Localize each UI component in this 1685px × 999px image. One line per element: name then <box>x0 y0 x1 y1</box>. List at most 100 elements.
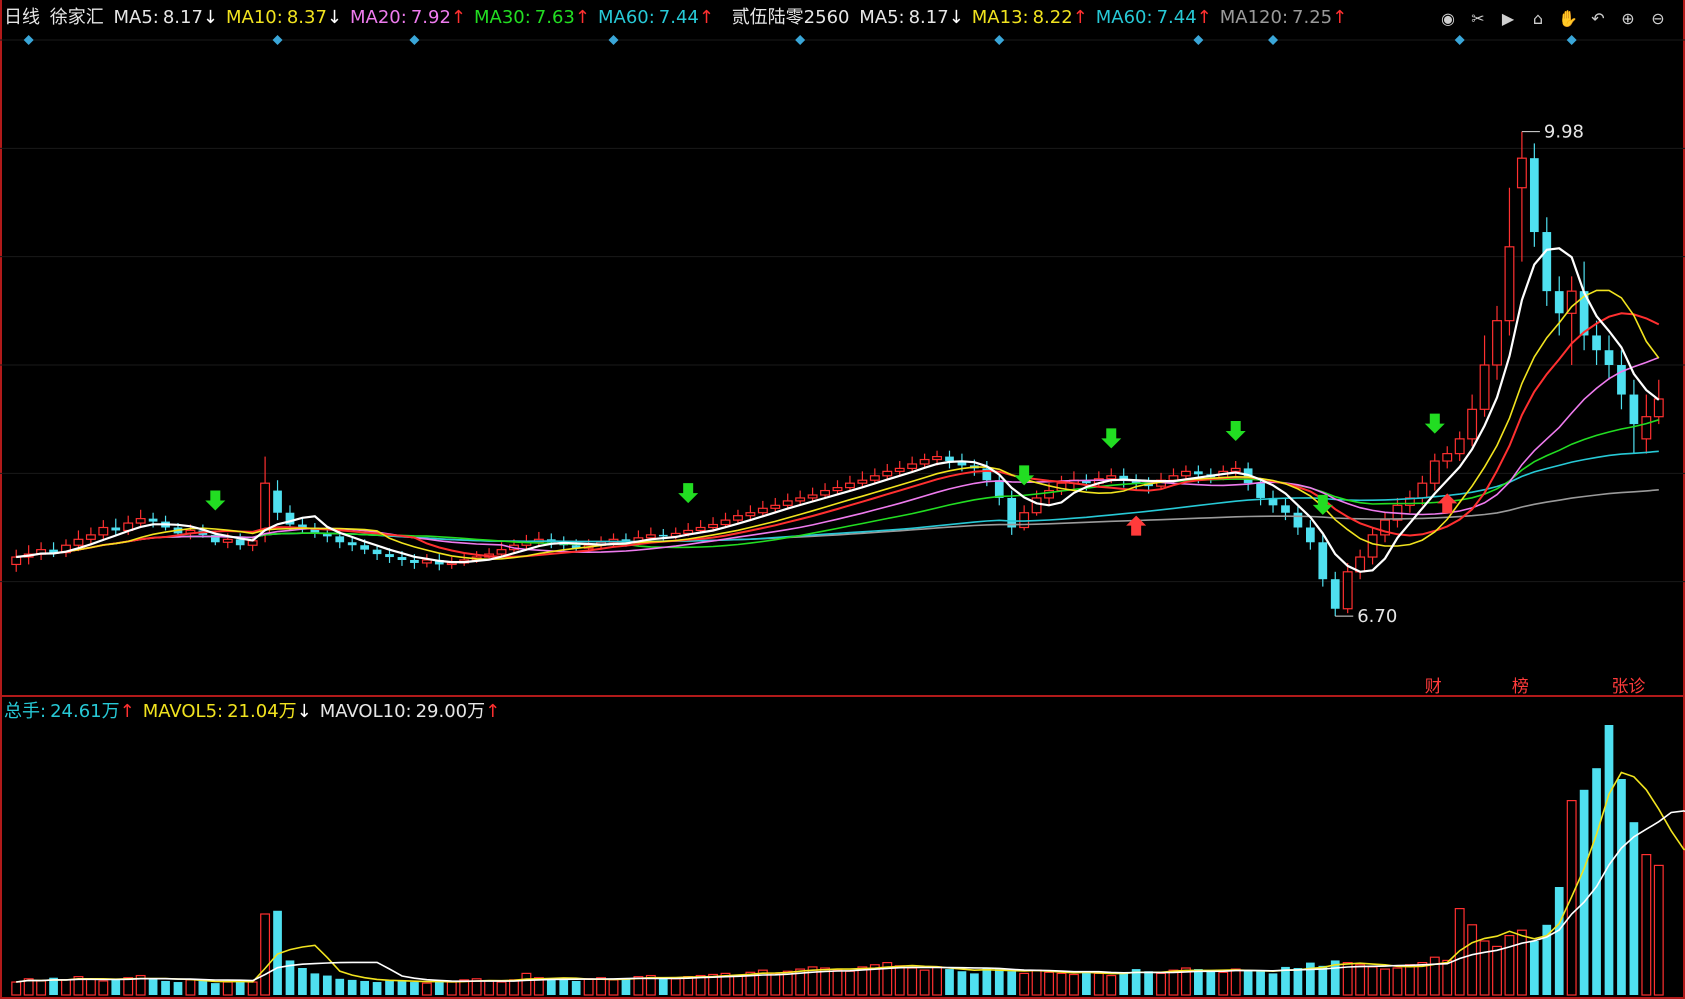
candle-body <box>1653 398 1664 418</box>
lock-icon[interactable]: ⌂ <box>1527 8 1549 30</box>
candle-body <box>1604 350 1614 365</box>
candle-body <box>1529 158 1539 233</box>
volume-bar <box>1119 972 1129 995</box>
volume-bar <box>347 979 357 995</box>
ma-value: 29.00万 <box>415 701 486 722</box>
candle-body <box>907 463 918 470</box>
buy-signal-arrow-icon <box>1225 421 1246 442</box>
volume-bar <box>1093 972 1104 996</box>
candle-body <box>1306 527 1315 543</box>
zoom-in-icon[interactable]: ⊕ <box>1617 8 1639 30</box>
volume-bar <box>410 982 419 995</box>
arrow-up-icon: ↑ <box>1072 7 1088 28</box>
volume-bar <box>1218 971 1229 996</box>
candle-body <box>894 467 905 472</box>
volume-bar <box>260 913 271 996</box>
event-marker-icon <box>608 35 619 45</box>
ma-label: MAVOL10: <box>319 701 412 722</box>
volume-bar <box>608 979 619 996</box>
candle-body <box>857 479 868 484</box>
candle-body <box>807 494 818 499</box>
candle-body <box>869 475 880 481</box>
volume-bar <box>1529 941 1539 995</box>
volume-bar <box>919 969 930 996</box>
arrow-up-icon: ↑ <box>119 701 135 722</box>
arrow-up-icon: ↑ <box>485 701 501 722</box>
stock-chart[interactable]: 9.98 6.70 <box>0 0 1685 999</box>
candle-body <box>658 534 668 537</box>
arrow-down-icon: ↓ <box>326 7 342 28</box>
ma-label: MA120: <box>1219 7 1289 28</box>
scissors-icon[interactable]: ✂ <box>1467 8 1489 30</box>
candle-body <box>1516 157 1527 189</box>
volume-bar <box>123 977 134 996</box>
volume-bar <box>509 979 519 996</box>
candle-body <box>1479 364 1490 410</box>
volume-bar <box>222 981 233 996</box>
candle-body <box>757 507 768 514</box>
indicator-name[interactable]: 贰伍陆零2560 <box>732 7 850 28</box>
eye-icon[interactable]: ◉ <box>1437 8 1459 30</box>
undo-icon[interactable]: ↶ <box>1587 8 1609 30</box>
candle-body <box>1330 579 1340 609</box>
volume-bar <box>446 981 457 996</box>
volume-bar <box>1268 973 1278 995</box>
volume-bar <box>857 966 868 996</box>
volume-bar <box>185 979 196 996</box>
volume-bar <box>1106 974 1117 996</box>
volume-bar <box>894 965 905 996</box>
candle-body <box>397 557 407 560</box>
candle-body <box>347 542 357 546</box>
volume-bar <box>161 980 170 995</box>
volume-bar <box>1641 853 1652 996</box>
volume-bar <box>1256 971 1265 995</box>
volume-bar <box>298 968 307 995</box>
candle-body <box>1318 542 1328 580</box>
volume-bar <box>1554 887 1564 995</box>
ma-label: MAVOL5: <box>142 701 224 722</box>
zoom-out-icon[interactable]: ⊖ <box>1647 8 1669 30</box>
ma-value: 8.17 <box>162 7 203 28</box>
event-marker-icon <box>1268 35 1279 45</box>
high-label: 9.98 <box>1544 122 1584 143</box>
volume-bar <box>484 980 495 996</box>
candle-body <box>708 523 719 529</box>
candle-body <box>235 539 245 546</box>
volume-bar <box>670 978 681 996</box>
volume-bar <box>521 972 532 996</box>
event-flag[interactable]: 张诊 <box>1611 672 1645 697</box>
candle-body <box>1342 571 1353 610</box>
ma-label: MA5: <box>113 7 159 28</box>
candle-body <box>1194 471 1203 475</box>
candle-body <box>1592 335 1601 351</box>
candle-body <box>1293 512 1303 528</box>
volume-bar <box>1230 968 1241 996</box>
ma-value: 8.22 <box>1032 7 1073 28</box>
volume-bar <box>658 977 668 995</box>
candle-body <box>1617 365 1626 395</box>
candle-body <box>932 455 943 461</box>
volume-bar <box>1653 864 1664 996</box>
ma-value: 8.17 <box>908 7 949 28</box>
event-flag[interactable]: 榜 <box>1512 672 1529 697</box>
volume-bar <box>1392 967 1403 996</box>
candle-body <box>111 527 121 531</box>
volume-bar <box>1007 971 1017 995</box>
volume-bar <box>1068 973 1079 996</box>
ma-label: MA60: <box>597 7 655 28</box>
candle-body <box>882 470 893 477</box>
volume-bar <box>559 979 569 995</box>
period-label[interactable]: 日线 <box>4 7 40 28</box>
hand-icon[interactable]: ✋ <box>1557 8 1579 30</box>
candle-body <box>1504 246 1515 322</box>
volume-bar <box>621 978 631 995</box>
ma-value: 7.92 <box>410 7 451 28</box>
low-label: 6.70 <box>1357 606 1397 627</box>
candle-body <box>222 538 233 543</box>
volume-bar <box>111 979 121 995</box>
play-icon[interactable]: ▶ <box>1497 8 1519 30</box>
event-flag[interactable]: 财 <box>1425 672 1442 697</box>
volume-bar <box>335 978 345 995</box>
volume-bar <box>1293 968 1303 995</box>
volume-bar <box>1467 924 1478 996</box>
